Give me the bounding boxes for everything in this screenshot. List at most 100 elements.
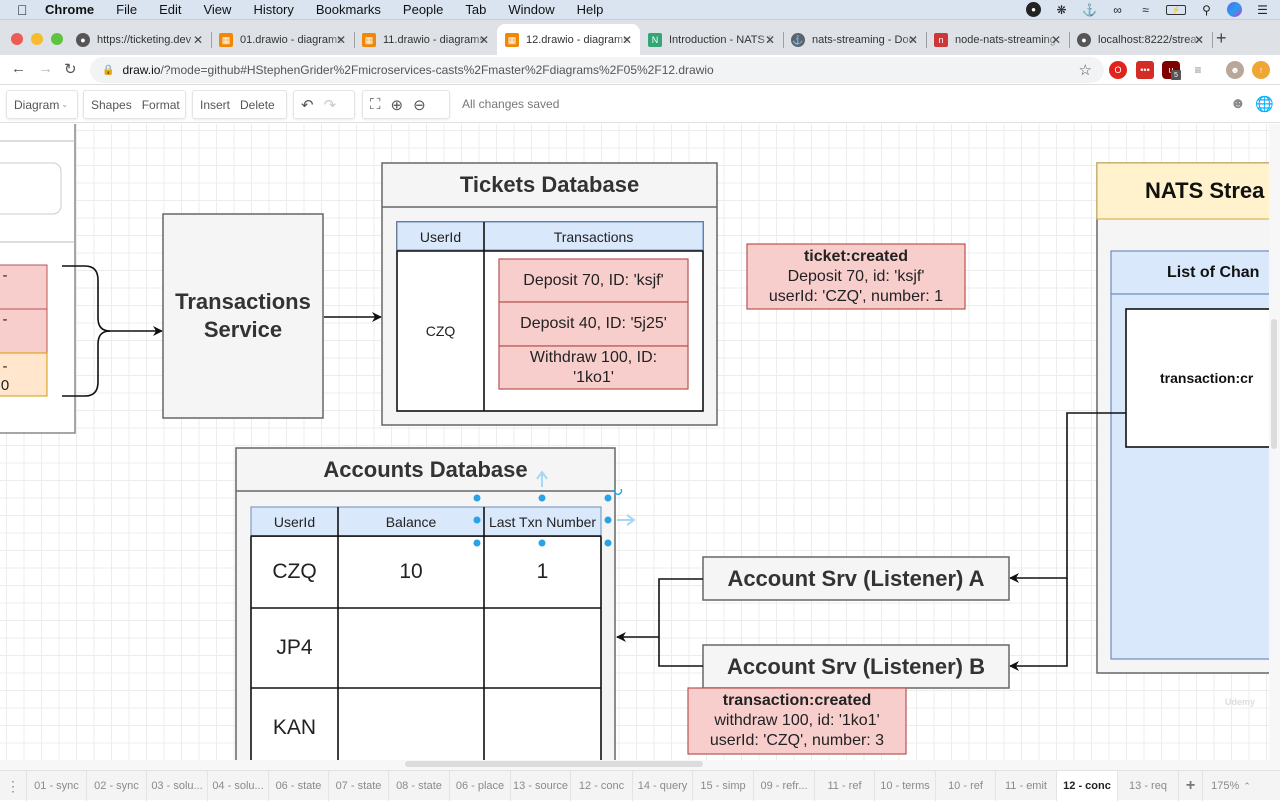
bookmark-star-icon[interactable]: ☆: [1079, 61, 1092, 79]
menu-file[interactable]: File: [116, 2, 137, 17]
browser-tab[interactable]: ● https://ticketing.dev ✕: [68, 24, 212, 56]
cloud-app-icon[interactable]: ●: [1026, 2, 1041, 17]
zoom-out-icon[interactable]: ⊖: [413, 96, 426, 114]
accounts-row-user: CZQ: [272, 560, 317, 583]
reload-button[interactable]: ↻: [64, 60, 77, 78]
close-tab-icon[interactable]: ✕: [1194, 33, 1204, 47]
menu-history[interactable]: History: [253, 2, 293, 17]
diagram-menu-button[interactable]: Diagram: [14, 98, 59, 112]
page-tab-active[interactable]: 12 - conc: [1057, 771, 1118, 801]
battery-icon[interactable]: ⚡: [1166, 4, 1186, 15]
clone-arrow-right-icon[interactable]: [617, 514, 636, 526]
add-page-button[interactable]: +: [1179, 771, 1203, 801]
menu-people[interactable]: People: [403, 2, 443, 17]
docker-icon[interactable]: ⚓: [1082, 2, 1097, 17]
menu-help[interactable]: Help: [577, 2, 604, 17]
menu-edit[interactable]: Edit: [159, 2, 181, 17]
channel-to-listener-b-arrow[interactable]: [1009, 578, 1068, 671]
close-tab-icon[interactable]: ✕: [622, 33, 632, 47]
reader-extension-icon[interactable]: ≡: [1189, 61, 1207, 79]
redo-icon[interactable]: ↷: [324, 96, 337, 114]
fit-page-icon[interactable]: ⛶: [370, 96, 381, 113]
page-tab[interactable]: 12 - conc: [571, 771, 633, 801]
ticket-event-line1: Deposit 70, id: 'ksjf': [787, 267, 925, 285]
apple-menu-icon[interactable]: : [17, 2, 31, 18]
address-bar[interactable]: 🔒 draw.io /?mode=github#HStephenGrider%2…: [90, 57, 1104, 83]
delete-button[interactable]: Delete: [240, 98, 275, 112]
siri-icon[interactable]: [1227, 2, 1242, 17]
page-tab[interactable]: 15 - simp: [693, 771, 754, 801]
shapes-button[interactable]: Shapes: [91, 98, 132, 112]
new-tab-button[interactable]: +: [1216, 28, 1227, 49]
close-tab-icon[interactable]: ✕: [765, 33, 775, 47]
horizontal-scrollbar[interactable]: [0, 760, 1280, 770]
undo-icon[interactable]: ↶: [301, 96, 314, 114]
user-icon[interactable]: ☻: [1230, 95, 1246, 112]
page-tab[interactable]: 13 - req: [1118, 771, 1179, 801]
back-button[interactable]: ←: [11, 60, 26, 77]
close-window-button[interactable]: [11, 33, 23, 45]
profile-avatar[interactable]: ☻: [1226, 61, 1244, 79]
update-icon[interactable]: ↑: [1252, 61, 1270, 79]
page-tab[interactable]: 01 - sync: [27, 771, 87, 801]
browser-tab[interactable]: ▦ 01.drawio - diagrams.net ✕: [211, 24, 355, 56]
zoom-in-icon[interactable]: ⊕: [391, 96, 404, 114]
close-tab-icon[interactable]: ✕: [479, 33, 489, 47]
page-tab[interactable]: 13 - source: [511, 771, 571, 801]
browser-tab[interactable]: ▦ 11.drawio - diagrams.net ✕: [354, 24, 497, 56]
minimize-window-button[interactable]: [31, 33, 43, 45]
browser-tab[interactable]: ⚓ nats-streaming - Docker Hub ✕: [783, 24, 927, 56]
page-tab[interactable]: 10 - ref: [936, 771, 996, 801]
page-tab[interactable]: 07 - state: [329, 771, 389, 801]
vertical-scrollbar[interactable]: [1269, 124, 1280, 760]
close-tab-icon[interactable]: ✕: [336, 33, 346, 47]
close-tab-icon[interactable]: ✕: [1051, 33, 1061, 47]
page-tab[interactable]: 14 - query: [633, 771, 693, 801]
spotlight-search-icon[interactable]: ⚲: [1199, 2, 1214, 17]
page-tab[interactable]: 06 - state: [269, 771, 329, 801]
menu-bookmarks[interactable]: Bookmarks: [316, 2, 381, 17]
opera-extension-icon[interactable]: O: [1109, 61, 1127, 79]
drawio-icon: ▦: [219, 33, 233, 47]
page-tab[interactable]: 11 - ref: [815, 771, 875, 801]
format-button[interactable]: Format: [142, 98, 180, 112]
pages-menu-icon[interactable]: ⋮: [0, 771, 27, 801]
wifi-icon[interactable]: ≈: [1138, 2, 1153, 17]
glasses-icon[interactable]: ∞: [1110, 2, 1125, 17]
notification-list-icon[interactable]: ☰: [1255, 2, 1270, 17]
close-tab-icon[interactable]: ✕: [193, 33, 203, 47]
page-tab[interactable]: 11 - emit: [996, 771, 1057, 801]
url-path: /?mode=github#HStephenGrider%2Fmicroserv…: [160, 63, 714, 77]
peacock-icon[interactable]: ❋: [1054, 2, 1069, 17]
zoom-level-dropdown[interactable]: 175% ⌃: [1203, 771, 1259, 801]
browser-tab-active[interactable]: ▦ 12.drawio - diagrams.net ✕: [497, 24, 640, 56]
menu-tab[interactable]: Tab: [465, 2, 486, 17]
page-tab[interactable]: 08 - state: [389, 771, 450, 801]
menu-view[interactable]: View: [203, 2, 231, 17]
history-group: ↶ ↷: [293, 90, 355, 119]
menu-window[interactable]: Window: [508, 2, 554, 17]
drawio-toolbar: Diagram ⌄ Shapes Format Insert Delete ↶ …: [0, 85, 1280, 123]
menu-app-chrome[interactable]: Chrome: [45, 2, 94, 17]
listeners-to-accounts-arrow[interactable]: [658, 578, 703, 667]
close-tab-icon[interactable]: ✕: [908, 33, 918, 47]
insert-button[interactable]: Insert: [200, 98, 230, 112]
page-tab[interactable]: 09 - refr...: [754, 771, 815, 801]
page-tab[interactable]: 10 - terms: [875, 771, 936, 801]
maximize-window-button[interactable]: [51, 33, 63, 45]
lastpass-extension-icon[interactable]: •••: [1136, 61, 1154, 79]
browser-tab[interactable]: N Introduction - NATS Docs ✕: [640, 24, 784, 56]
browser-tab[interactable]: n node-nats-streaming - npm ✕: [926, 24, 1070, 56]
left-rounded-box[interactable]: [0, 162, 62, 215]
page-tab[interactable]: 04 - solu...: [208, 771, 269, 801]
horizontal-scroll-thumb[interactable]: [405, 761, 703, 767]
language-globe-icon[interactable]: 🌐: [1255, 95, 1274, 113]
page-tab[interactable]: 06 - place: [450, 771, 511, 801]
browser-tab[interactable]: ● localhost:8222/streaming ✕: [1069, 24, 1213, 56]
vertical-scroll-thumb[interactable]: [1271, 319, 1277, 449]
page-tab[interactable]: 02 - sync: [87, 771, 147, 801]
forward-button[interactable]: →: [38, 60, 53, 77]
diagram-canvas[interactable]: - - - 0 Transactions Service Tickets Dat…: [0, 124, 1280, 760]
lock-icon: 🔒: [102, 64, 115, 76]
page-tab[interactable]: 03 - solu...: [147, 771, 208, 801]
